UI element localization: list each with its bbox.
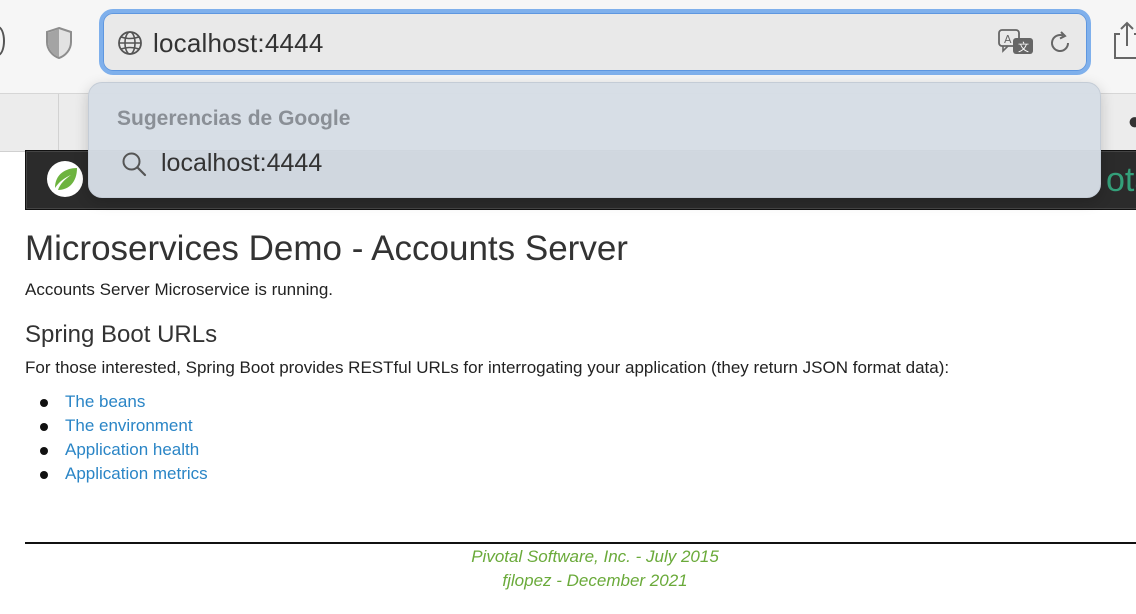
- tab-overflow-icon[interactable]: ●: [1128, 108, 1136, 136]
- tab-divider: [58, 94, 59, 152]
- footer-divider: [25, 542, 1136, 544]
- footer-line-company: Pivotal Software, Inc. - July 2015: [471, 547, 719, 566]
- search-icon: [122, 152, 147, 177]
- bullet: [40, 471, 48, 479]
- intro-text: For those interested, Spring Boot provid…: [25, 358, 950, 377]
- suggestion-item[interactable]: localhost:4444: [111, 143, 1071, 183]
- list-item: The beans: [25, 390, 1125, 414]
- list-item: Application metrics: [25, 462, 1125, 486]
- link-beans[interactable]: The beans: [65, 392, 145, 411]
- bullet: [40, 423, 48, 431]
- header-brand-text: ota: [1106, 161, 1136, 199]
- page-title: Microservices Demo - Accounts Server: [25, 229, 628, 268]
- reload-icon[interactable]: [1047, 30, 1073, 56]
- sidebar-toggle-icon[interactable]: [0, 26, 5, 56]
- spring-boot-links: The beans The environment Application he…: [25, 390, 1125, 486]
- url-input[interactable]: [153, 28, 913, 59]
- link-health[interactable]: Application health: [65, 440, 199, 459]
- svg-text:文: 文: [1018, 40, 1029, 54]
- link-metrics[interactable]: Application metrics: [65, 464, 208, 483]
- spring-logo-icon[interactable]: [46, 160, 84, 198]
- suggestions-header: Sugerencias de Google: [117, 107, 351, 130]
- footer: Pivotal Software, Inc. - July 2015 fjlop…: [0, 545, 1136, 593]
- list-item: The environment: [25, 414, 1125, 438]
- share-icon[interactable]: [1112, 20, 1136, 60]
- address-bar[interactable]: A 文: [99, 9, 1091, 75]
- globe-icon: [118, 31, 142, 55]
- svg-text:A: A: [1004, 33, 1012, 46]
- translate-icon[interactable]: A 文: [997, 28, 1035, 58]
- section-title: Spring Boot URLs: [25, 321, 218, 348]
- suggestion-text: localhost:4444: [161, 149, 323, 177]
- link-environment[interactable]: The environment: [65, 416, 193, 435]
- list-item: Application health: [25, 438, 1125, 462]
- main-content: Microservices Demo - Accounts Server Acc…: [25, 226, 1125, 486]
- browser-toolbar: A 文: [0, 0, 1136, 94]
- suggestions-dropdown: Sugerencias de Google localhost:4444: [88, 82, 1101, 198]
- bullet: [40, 447, 48, 455]
- shield-icon[interactable]: [44, 26, 74, 60]
- status-text: Accounts Server Microservice is running.: [25, 280, 334, 299]
- footer-line-author: fjlopez - December 2021: [502, 571, 688, 590]
- bullet: [40, 399, 48, 407]
